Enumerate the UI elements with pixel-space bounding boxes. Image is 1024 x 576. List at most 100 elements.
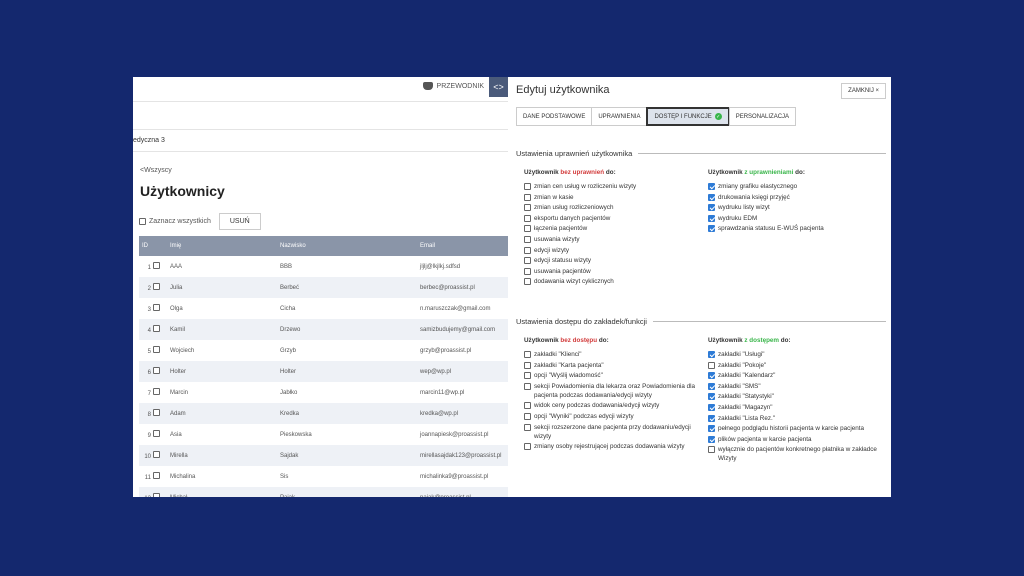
table-row[interactable]: 1 AAA BBB jljlj@lkjlkj.sdfsd [139, 256, 508, 277]
checkbox-item[interactable]: zakładki "SMS" [708, 382, 883, 391]
checkbox-item[interactable]: edycji statusu wizyty [524, 256, 699, 265]
checkbox-item[interactable]: zakładki "Usługi" [708, 350, 883, 359]
checkbox-item[interactable]: łączenia pacjentów [524, 224, 699, 233]
option-checkbox[interactable] [708, 403, 715, 411]
checkbox-item[interactable]: sekcji rozszerzone dane pacjenta przy do… [524, 423, 699, 441]
col-header-first-name[interactable]: Imię [167, 236, 277, 256]
table-row[interactable]: 7 Marcin Jabłko marcin11@wp.pl [139, 382, 508, 403]
col-header-email[interactable]: Email [417, 236, 508, 256]
checkbox-item[interactable]: zmiany grafiku elastycznego [708, 182, 883, 191]
option-checkbox[interactable] [524, 257, 531, 265]
checkbox-item[interactable]: zakładki "Lista Rez." [708, 414, 883, 423]
option-checkbox[interactable] [708, 193, 715, 201]
option-checkbox[interactable] [524, 193, 531, 201]
checkbox-item[interactable]: sprawdzania statusu E-WUŚ pacjenta [708, 224, 883, 233]
option-checkbox[interactable] [524, 204, 531, 212]
checkbox-item[interactable]: zakładki "Magazyn" [708, 403, 883, 412]
checkbox-item[interactable]: zakładki "Pokoje" [708, 361, 883, 370]
option-checkbox[interactable] [524, 351, 531, 358]
option-checkbox[interactable] [524, 183, 531, 190]
option-checkbox[interactable] [524, 382, 531, 390]
option-checkbox[interactable] [524, 267, 531, 275]
checkbox-item[interactable]: wydruku EDM [708, 214, 883, 223]
option-checkbox[interactable] [524, 412, 531, 420]
checkbox-item[interactable]: opcji "Wyniki" podczas edycji wizyty [524, 412, 699, 421]
row-checkbox[interactable] [153, 451, 160, 458]
option-checkbox[interactable] [708, 414, 715, 422]
option-checkbox[interactable] [708, 351, 715, 358]
option-checkbox[interactable] [524, 246, 531, 254]
checkbox-item[interactable]: zmian w kasie [524, 193, 699, 202]
delete-button[interactable]: USUŃ [218, 213, 261, 230]
option-checkbox[interactable] [524, 372, 531, 380]
option-checkbox[interactable] [708, 183, 715, 190]
option-checkbox[interactable] [524, 402, 531, 410]
option-checkbox[interactable] [524, 423, 531, 431]
table-row[interactable]: 12 MichałPająkpajak@proassist.pl [139, 487, 508, 497]
checkbox-item[interactable]: usuwania pacjentów [524, 267, 699, 276]
table-row[interactable]: 3 Olga Cicha n.maruszczak@gmail.com [139, 298, 508, 319]
col-header-id[interactable]: ID [139, 236, 167, 256]
checkbox-item[interactable]: zakładki "Karta pacjenta" [524, 361, 699, 370]
checkbox-item[interactable]: sekcji Powiadomienia dla lekarza oraz Po… [524, 382, 699, 400]
option-checkbox[interactable] [708, 435, 715, 443]
checkbox-item[interactable]: drukowania księgi przyjęć [708, 193, 883, 202]
row-checkbox[interactable] [153, 262, 160, 269]
row-checkbox[interactable] [153, 409, 160, 416]
table-row[interactable]: 8 Adam Kredka kredka@wp.pl [139, 403, 508, 424]
guide-button[interactable]: PRZEWODNIK [422, 82, 484, 90]
panel-toggle-button[interactable]: <> [489, 77, 508, 97]
option-checkbox[interactable] [708, 425, 715, 433]
checkbox-item[interactable]: edycji wizyty [524, 246, 699, 255]
option-checkbox[interactable] [708, 361, 715, 369]
close-button[interactable]: ZAMKNIJ × [841, 83, 886, 99]
row-checkbox[interactable] [153, 493, 160, 497]
back-to-all-link[interactable]: <Wszyscy [140, 167, 172, 174]
option-checkbox[interactable] [708, 225, 715, 233]
tab-basic-data[interactable]: DANE PODSTAWOWE [516, 107, 593, 126]
row-checkbox[interactable] [153, 430, 160, 437]
checkbox-item[interactable]: zmiany osoby rejestrującej podczas dodaw… [524, 442, 699, 451]
table-row[interactable]: 9 Asia Pieskowska joannapiesk@proassist.pl [139, 424, 508, 445]
col-header-last-name[interactable]: Nazwisko [277, 236, 417, 256]
option-checkbox[interactable] [708, 382, 715, 390]
table-row[interactable]: 11 Michalina Sis michalinka9@proassist.pl [139, 466, 508, 487]
row-checkbox[interactable] [153, 388, 160, 395]
option-checkbox[interactable] [524, 443, 531, 451]
option-checkbox[interactable] [708, 204, 715, 212]
table-row[interactable]: 4 Kamil Drzewo samizbudujemy@gmail.com [139, 319, 508, 340]
row-checkbox[interactable] [153, 325, 160, 332]
checkbox-item[interactable]: dodawania wizyt cyklicznych [524, 277, 699, 286]
option-checkbox[interactable] [524, 225, 531, 233]
checkbox-item[interactable]: zakładki "Kalendarz" [708, 371, 883, 380]
option-checkbox[interactable] [524, 361, 531, 369]
row-checkbox[interactable] [153, 304, 160, 311]
checkbox-item[interactable]: zmian usług rozliczeniowych [524, 203, 699, 212]
option-checkbox[interactable] [708, 372, 715, 380]
option-checkbox[interactable] [708, 214, 715, 222]
checkbox-item[interactable]: plików pacjenta w karcie pacjenta [708, 435, 883, 444]
checkbox-item[interactable]: zmian cen usług w rozliczeniu wizyty [524, 182, 699, 191]
table-row[interactable]: 5 Wojciech Grzyb grzyb@proassist.pl [139, 340, 508, 361]
option-checkbox[interactable] [524, 214, 531, 222]
option-checkbox[interactable] [524, 278, 531, 286]
row-checkbox[interactable] [153, 367, 160, 374]
checkbox-item[interactable]: opcji "Wyślij wiadomość" [524, 371, 699, 380]
option-checkbox[interactable] [708, 446, 715, 454]
option-checkbox[interactable] [708, 393, 715, 401]
checkbox-item[interactable]: widok ceny podczas dodawania/edycji wizy… [524, 401, 699, 410]
checkbox-item[interactable]: usuwania wizyty [524, 235, 699, 244]
checkbox-item[interactable]: wydruku listy wizyt [708, 203, 883, 212]
checkbox-item[interactable]: eksportu danych pacjentów [524, 214, 699, 223]
option-checkbox[interactable] [524, 235, 531, 243]
row-checkbox[interactable] [153, 472, 160, 479]
row-checkbox[interactable] [153, 283, 160, 290]
checkbox-item[interactable]: zakładki "Klienci" [524, 350, 699, 359]
tab-permissions[interactable]: UPRAWNIENIA [591, 107, 648, 126]
table-row[interactable]: 2 Julia Berbeć berbec@proassist.pl [139, 277, 508, 298]
table-row[interactable]: 6 Holter Holter wep@wp.pl [139, 361, 508, 382]
tab-personalization[interactable]: PERSONALIZACJA [728, 107, 797, 126]
select-all-checkbox[interactable] [139, 218, 146, 225]
tab-access-functions[interactable]: DOSTĘP I FUNKCJE ✓ [646, 107, 730, 126]
table-row[interactable]: 10 Mirella Sajdak mirellasajdak123@proassis… [139, 445, 508, 466]
